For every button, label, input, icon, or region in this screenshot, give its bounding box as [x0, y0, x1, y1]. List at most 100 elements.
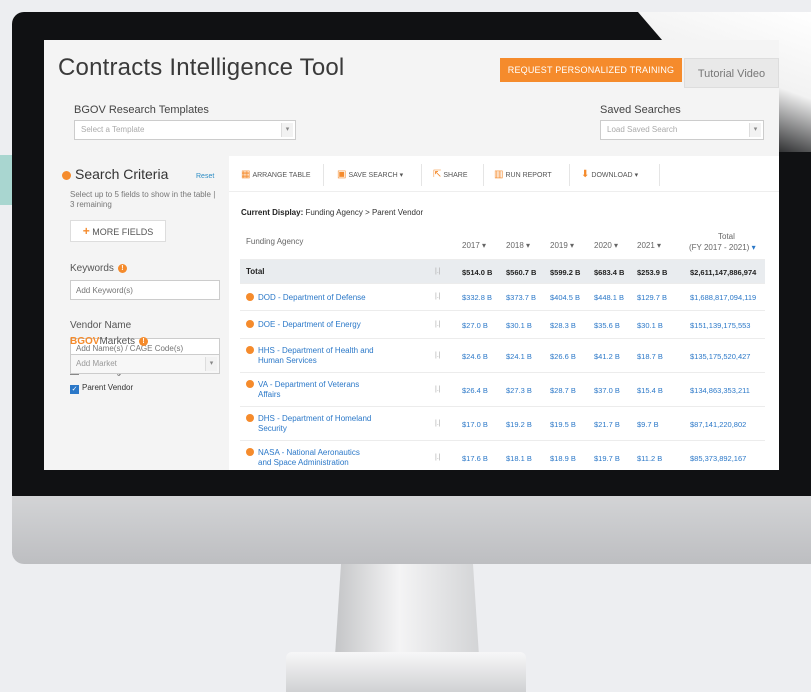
results-panel: ▦ ARRANGE TABLE ▣ SAVE SEARCH ▾ ⇱ SHARE ▥ RU… — [229, 156, 779, 470]
bar-chart-icon[interactable]: |.| — [435, 352, 441, 359]
table-row: DOD - Department of Defense |.| $332.8 B $3… — [240, 284, 765, 311]
expand-icon[interactable] — [246, 293, 254, 301]
expand-icon[interactable] — [246, 346, 254, 354]
reset-link[interactable]: Reset — [196, 173, 214, 180]
keywords-label-text: Keywords — [70, 263, 114, 274]
year-value-cell: $17.6 B — [462, 454, 488, 463]
funding-table: Funding Agency 2017 ▾ 2018 ▾ 2019 ▾ 2020… — [240, 228, 765, 470]
expand-icon[interactable] — [246, 448, 254, 456]
add-market-select[interactable]: Add Market ▾ — [70, 354, 220, 374]
table-row-total: Total |.| $514.0 B $560.7 B $599.2 B $683.4 B… — [240, 260, 765, 284]
bar-chart-icon[interactable]: |.| — [435, 293, 441, 300]
table-row: HHS - Department of Health and Human Serv… — [240, 339, 765, 373]
column-header-2017[interactable]: 2017 ▾ — [462, 241, 486, 250]
year-value-cell: $27.3 B — [506, 386, 532, 395]
table-row: VA - Department of Veterans Affairs |.| $26… — [240, 373, 765, 407]
agency-name: DOD - Department of Defense — [258, 293, 366, 302]
bar-chart-icon[interactable]: |.| — [435, 268, 441, 275]
bar-chart-icon: ▥ — [494, 169, 504, 180]
year-value-cell: $26.4 B — [462, 386, 488, 395]
tutorial-video-button[interactable]: Tutorial Video — [684, 58, 779, 88]
agency-link[interactable]: DOE - Department of Energy — [246, 320, 361, 330]
keywords-input[interactable] — [70, 280, 220, 300]
total-cell: $85,373,892,167 — [690, 454, 747, 463]
expand-icon[interactable] — [246, 380, 254, 388]
parent-vendor-checkbox[interactable]: ✓ Parent Vendor — [70, 383, 133, 394]
toolbar-divider — [323, 164, 324, 186]
agency-link[interactable]: NASA - National Aeronautics and Space Adm… — [246, 448, 360, 468]
page-title: Contracts Intelligence Tool — [58, 54, 345, 81]
templates-select[interactable]: Select a Template ▾ — [74, 120, 296, 140]
total-cell: $1,688,817,094,119 — [690, 293, 757, 302]
results-toolbar: ▦ ARRANGE TABLE ▣ SAVE SEARCH ▾ ⇱ SHARE ▥ RU… — [229, 156, 779, 192]
agency-link: Total — [246, 267, 265, 277]
app-screen: Contracts Intelligence Tool REQUEST PERS… — [44, 40, 779, 470]
chevron-down-icon: ▾ — [749, 123, 761, 137]
agency-link[interactable]: HHS - Department of Health and Human Serv… — [246, 346, 374, 366]
agency-link[interactable]: DOD - Department of Defense — [246, 293, 366, 303]
info-icon[interactable]: ! — [117, 264, 127, 273]
table-row: NASA - National Aeronautics and Space Adm… — [240, 441, 765, 470]
arrange-table-button[interactable]: ▦ ARRANGE TABLE — [241, 169, 311, 180]
agency-name: DHS - Department of Homeland — [258, 414, 372, 423]
column-header-total-range[interactable]: (FY 2017 - 2021) ▾ — [689, 243, 756, 252]
more-fields-button[interactable]: + MORE FIELDS — [70, 220, 166, 242]
year-value-cell: $514.0 B — [462, 268, 493, 277]
table-icon: ▦ — [241, 169, 251, 180]
expand-icon[interactable] — [246, 320, 254, 328]
column-header-2018[interactable]: 2018 ▾ — [506, 241, 530, 250]
total-cell: $135,175,520,427 — [690, 352, 751, 361]
expand-icon[interactable] — [246, 414, 254, 422]
table-body: DOD - Department of Defense |.| $332.8 B $3… — [240, 284, 765, 470]
bar-chart-icon[interactable]: |.| — [435, 321, 441, 328]
year-value-cell: $19.2 B — [506, 420, 532, 429]
download-button[interactable]: ⬇ DOWNLOAD ▾ — [581, 169, 638, 180]
column-header-2020[interactable]: 2020 ▾ — [594, 241, 618, 250]
column-header-agency[interactable]: Funding Agency — [246, 237, 303, 246]
year-value-cell: $30.1 B — [637, 321, 663, 330]
year-value-cell: $24.6 B — [462, 352, 488, 361]
agency-name-continued: Human Services — [258, 356, 317, 365]
column-header-total[interactable]: Total — [718, 232, 735, 241]
checkbox-checked-icon: ✓ — [70, 385, 79, 394]
keywords-label: Keywords! — [70, 263, 127, 274]
agency-name-continued: Security — [258, 424, 287, 433]
bar-chart-icon[interactable]: |.| — [435, 386, 441, 393]
stage: Contracts Intelligence Tool REQUEST PERS… — [0, 0, 811, 692]
app-header: Contracts Intelligence Tool REQUEST PERS… — [44, 40, 779, 96]
criteria-hint: Select up to 5 fields to show in the tab… — [70, 190, 216, 209]
bar-chart-icon[interactable]: |.| — [435, 420, 441, 427]
year-value-cell: $9.7 B — [637, 420, 659, 429]
search-criteria-sidebar: Search Criteria Reset Select up to 5 fie… — [62, 158, 222, 470]
year-value-cell: $26.6 B — [550, 352, 576, 361]
share-button[interactable]: ⇱ SHARE — [433, 169, 468, 180]
current-display: Current Display: Funding Agency > Parent… — [241, 208, 423, 217]
agency-name-continued: and Space Administration — [258, 458, 349, 467]
parent-vendor-label: Parent Vendor — [82, 383, 134, 392]
toolbar-divider — [569, 164, 570, 186]
sort-icon: ▾ — [526, 241, 531, 250]
year-value-cell: $30.1 B — [506, 321, 532, 330]
column-header-total-range-text: (FY 2017 - 2021) — [689, 243, 750, 252]
year-value-cell: $35.6 B — [594, 321, 620, 330]
sort-icon: ▾ — [614, 241, 619, 250]
run-report-button[interactable]: ▥ RUN REPORT — [494, 169, 552, 180]
save-icon: ▣ — [337, 169, 347, 180]
bar-chart-icon[interactable]: |.| — [435, 454, 441, 461]
column-header-2021[interactable]: 2021 ▾ — [637, 241, 661, 250]
save-search-label: SAVE SEARCH — [348, 172, 398, 179]
year-value-cell: $19.5 B — [550, 420, 576, 429]
info-icon[interactable]: ! — [139, 337, 149, 346]
column-header-2019[interactable]: 2019 ▾ — [550, 241, 574, 250]
toolbar-divider — [483, 164, 484, 186]
agency-link[interactable]: VA - Department of Veterans Affairs — [246, 380, 359, 400]
agency-link[interactable]: DHS - Department of Homeland Security — [246, 414, 371, 434]
column-header-2019-text: 2019 — [550, 241, 568, 250]
save-search-button[interactable]: ▣ SAVE SEARCH ▾ — [337, 169, 403, 180]
chevron-down-icon: ▾ — [205, 357, 217, 371]
agency-name-continued: Affairs — [258, 390, 281, 399]
saved-searches-select[interactable]: Load Saved Search ▾ — [600, 120, 764, 140]
request-training-button[interactable]: REQUEST PERSONALIZED TRAINING — [500, 58, 682, 82]
saved-searches-placeholder: Load Saved Search — [607, 125, 678, 134]
year-value-cell: $599.2 B — [550, 268, 581, 277]
